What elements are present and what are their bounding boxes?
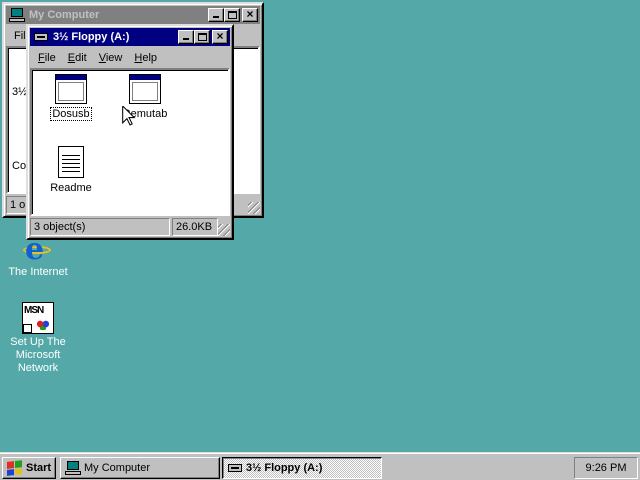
file-item-dosusb[interactable]: Dosusb	[36, 74, 106, 121]
floppy-titlebar[interactable]: 3½ Floppy (A:) ×	[30, 28, 230, 46]
computer-icon	[65, 461, 81, 475]
close-icon: ×	[246, 7, 254, 21]
desktop-icon-label-line: Network	[17, 362, 59, 374]
file-label: Dosusb	[50, 107, 92, 121]
floppy-drive-icon	[33, 30, 49, 44]
clock[interactable]: 9:26 PM	[586, 462, 627, 474]
floppy-window[interactable]: 3½ Floppy (A:) × File Edit View Help Dos…	[26, 24, 234, 240]
my-computer-titlebar[interactable]: My Computer ×	[6, 6, 260, 24]
desktop-icon-label: The Internet	[8, 266, 68, 278]
menu-edit[interactable]: Edit	[62, 52, 93, 64]
window-title: My Computer	[29, 9, 100, 21]
menu-view[interactable]: View	[93, 52, 129, 64]
resize-grip[interactable]	[248, 202, 260, 214]
system-tray: 9:26 PM	[574, 457, 638, 479]
taskbar-button-floppy[interactable]: 3½ Floppy (A:)	[222, 457, 382, 479]
maximize-button[interactable]	[194, 30, 210, 44]
status-total-size: 26.0KB	[172, 218, 218, 236]
control-panel-item-partial[interactable]: Co	[12, 160, 26, 172]
desktop-icon-set-up-msn[interactable]: MSN ↗ Set Up The Microsoft Network	[0, 302, 76, 375]
minimize-button[interactable]	[178, 30, 194, 44]
floppy-menubar: File Edit View Help	[32, 49, 163, 67]
mouse-cursor-icon	[122, 106, 136, 126]
computer-icon	[9, 8, 25, 22]
maximize-button[interactable]	[224, 8, 240, 22]
taskbar-button-label: 3½ Floppy (A:)	[246, 462, 323, 474]
resize-grip[interactable]	[218, 224, 230, 236]
windows-logo-icon	[7, 460, 23, 476]
taskbar-button-label: My Computer	[84, 462, 151, 474]
file-item-remutab[interactable]: Remutab	[110, 74, 180, 120]
msn-icon: MSN ↗	[22, 302, 54, 334]
menu-help[interactable]: Help	[128, 52, 163, 64]
minimize-icon	[213, 16, 219, 18]
taskbar: Start My Computer 3½ Floppy (A:) 9:26 PM	[0, 452, 640, 480]
floppy-statusbar: 3 object(s) 26.0KB	[30, 218, 230, 236]
start-button[interactable]: Start	[2, 457, 56, 479]
floppy-drive-icon	[227, 461, 243, 475]
drive-item-partial[interactable]: 3½	[12, 86, 27, 98]
close-button[interactable]: ×	[212, 29, 228, 44]
internet-explorer-icon: e	[23, 235, 53, 265]
application-icon	[55, 74, 87, 104]
text-document-icon	[58, 146, 84, 178]
desktop-icon-label-line: Set Up The	[10, 336, 66, 348]
minimize-icon	[183, 38, 189, 40]
maximize-icon	[198, 33, 207, 41]
status-object-count: 3 object(s)	[30, 218, 170, 236]
desktop-icon-the-internet[interactable]: e The Internet	[0, 235, 76, 279]
floppy-file-list: Dosusb Remutab Readme	[30, 68, 230, 216]
file-label: Readme	[50, 182, 92, 194]
file-item-readme[interactable]: Readme	[36, 146, 106, 194]
close-icon: ×	[216, 29, 224, 43]
start-label: Start	[26, 462, 52, 474]
maximize-icon	[228, 11, 237, 19]
close-button[interactable]: ×	[242, 7, 258, 22]
menu-file[interactable]: File	[32, 52, 62, 64]
minimize-button[interactable]	[208, 8, 224, 22]
application-icon	[129, 74, 161, 104]
window-title: 3½ Floppy (A:)	[53, 31, 130, 43]
taskbar-button-my-computer[interactable]: My Computer	[60, 457, 220, 479]
desktop-icon-label-line: Microsoft	[15, 349, 61, 361]
